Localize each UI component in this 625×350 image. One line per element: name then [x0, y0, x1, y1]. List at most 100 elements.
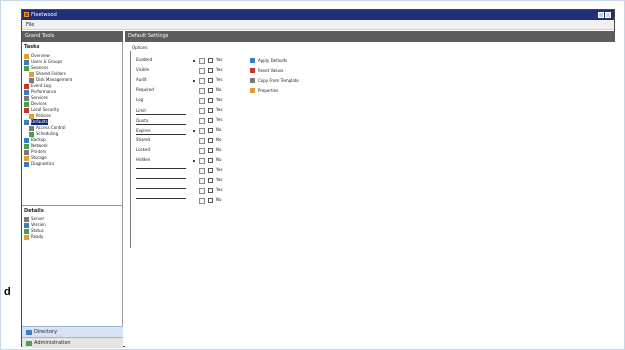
option-row: Shared No [136, 136, 256, 146]
option-row: Expires No [136, 126, 256, 136]
option-value: No [216, 87, 222, 92]
nav-divider [22, 205, 122, 206]
dropdown-button[interactable] [199, 58, 205, 64]
action-label: Properties [258, 87, 279, 93]
option-field[interactable] [136, 188, 186, 189]
dropdown-button[interactable] [199, 188, 205, 194]
option-label: Required [136, 87, 154, 92]
content-header: Default Settings [125, 31, 615, 42]
action-link[interactable]: Reset Values [250, 65, 340, 75]
option-row: Limit Yes [136, 106, 256, 116]
printer-icon [24, 149, 29, 155]
nav-panel: Tasks Overview Users & Groups Sessions Shar… [22, 42, 123, 348]
option-checkbox[interactable] [208, 188, 213, 193]
nav-button-label: Administration [34, 340, 71, 346]
close-icon[interactable] [605, 12, 611, 18]
option-checkbox[interactable] [208, 58, 213, 63]
option-checkbox[interactable] [208, 68, 213, 73]
option-field[interactable]: Quota [136, 118, 186, 125]
device-icon [24, 101, 29, 107]
action-label: Apply Defaults [258, 57, 288, 63]
option-value: Yes [216, 77, 223, 82]
app-icon [24, 12, 29, 17]
bullet-icon [193, 130, 195, 132]
option-checkbox[interactable] [208, 118, 213, 123]
option-row: Required No [136, 86, 256, 96]
action-link[interactable]: Copy From Template [250, 75, 340, 85]
dropdown-button[interactable] [199, 168, 205, 174]
option-row: Yes [136, 176, 256, 186]
option-checkbox[interactable] [208, 138, 213, 143]
dropdown-button[interactable] [199, 198, 205, 204]
dropdown-button[interactable] [199, 128, 205, 134]
nav-details-list: Server Version Status Ready [24, 216, 120, 240]
dropdown-button[interactable] [199, 68, 205, 74]
menu-file[interactable]: File [26, 21, 34, 29]
admin-icon [26, 341, 32, 346]
option-row: Audit Yes [136, 76, 256, 86]
option-checkbox[interactable] [208, 128, 213, 133]
action-link[interactable]: Properties [250, 85, 340, 95]
option-row: Visible Yes [136, 66, 256, 76]
nav-item[interactable]: Diagnostics [24, 161, 120, 167]
side-letter: d [4, 286, 11, 298]
server-icon [24, 216, 29, 222]
action-label: Reset Values [258, 67, 284, 73]
option-value: Yes [216, 57, 223, 62]
dropdown-button[interactable] [199, 158, 205, 164]
diag-icon [24, 161, 29, 167]
dropdown-button[interactable] [199, 88, 205, 94]
dropdown-button[interactable] [199, 178, 205, 184]
clock-icon [29, 131, 34, 137]
option-checkbox[interactable] [208, 178, 213, 183]
nav-item-label: Diagnostics [31, 161, 55, 166]
option-field[interactable]: Expires [136, 128, 186, 135]
backup-icon [24, 137, 29, 143]
option-checkbox[interactable] [208, 108, 213, 113]
bullet-icon [193, 60, 195, 62]
option-field[interactable] [136, 198, 186, 199]
nav-button-directory[interactable]: Directory [22, 326, 123, 337]
option-checkbox[interactable] [208, 88, 213, 93]
option-field[interactable]: Limit [136, 108, 186, 115]
log-icon [24, 83, 29, 89]
option-row: Yes [136, 166, 256, 176]
window-controls [598, 12, 611, 18]
option-label: Audit [136, 77, 147, 82]
option-label: Enabled [136, 57, 153, 62]
dropdown-button[interactable] [199, 98, 205, 104]
properties-icon [250, 87, 255, 93]
option-field[interactable] [136, 178, 186, 179]
dropdown-button[interactable] [199, 108, 205, 114]
dropdown-button[interactable] [199, 138, 205, 144]
option-value: Yes [216, 187, 223, 192]
actions-list: Apply Defaults Reset Values Copy From Temp… [250, 55, 340, 95]
dropdown-button[interactable] [199, 78, 205, 84]
status-icon [24, 228, 29, 234]
option-row: Locked No [136, 146, 256, 156]
default-icon [24, 119, 29, 125]
option-checkbox[interactable] [208, 158, 213, 163]
option-label: Log [136, 97, 144, 102]
option-checkbox[interactable] [208, 98, 213, 103]
disk-icon [29, 77, 34, 83]
option-checkbox[interactable] [208, 148, 213, 153]
shield-icon [24, 107, 29, 113]
option-checkbox[interactable] [208, 168, 213, 173]
option-checkbox[interactable] [208, 78, 213, 83]
action-link[interactable]: Apply Defaults [250, 55, 340, 65]
minimize-icon[interactable] [598, 12, 604, 18]
nav-detail-item[interactable]: Ready [24, 234, 120, 240]
option-checkbox[interactable] [208, 198, 213, 203]
section-rule [130, 51, 131, 248]
dropdown-button[interactable] [199, 148, 205, 154]
option-value: No [216, 127, 222, 132]
folder-icon [29, 71, 34, 77]
option-field[interactable] [136, 168, 186, 169]
option-label: Shared [136, 137, 151, 142]
option-value: No [216, 147, 222, 152]
nav-button-administration[interactable]: Administration [22, 337, 123, 348]
option-value: No [216, 197, 222, 202]
arrow-right-icon [250, 57, 255, 63]
dropdown-button[interactable] [199, 118, 205, 124]
